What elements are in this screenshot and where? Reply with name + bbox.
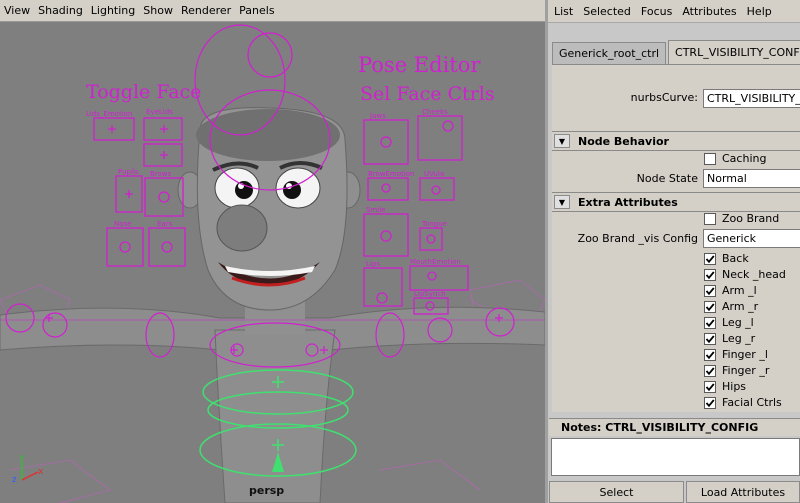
toggle-checkbox[interactable]: [704, 253, 716, 265]
menu-view[interactable]: View: [4, 4, 30, 17]
scene-render[interactable]: Toggle Face Lids_Emotion EyeLids Pupils: [0, 22, 545, 503]
face-panel-right[interactable]: Pose Editor Sel Face Ctrls Jaws Cheeks B…: [358, 53, 495, 315]
caching-label: Caching: [722, 152, 767, 165]
svg-text:MouthEmotion: MouthEmotion: [410, 258, 461, 266]
select-button[interactable]: Select: [549, 481, 684, 503]
toggle-label: Arm _l: [722, 284, 757, 297]
toggle-checkbox[interactable]: [704, 381, 716, 393]
checkmark-icon: [705, 351, 715, 360]
svg-text:Lids_Emotion: Lids_Emotion: [86, 110, 132, 118]
viewport-menu-bar: View Shading Lighting Show Renderer Pane…: [0, 0, 545, 22]
toggle-label: Arm _r: [722, 300, 759, 313]
toggle-label: Finger _l: [722, 348, 768, 361]
svg-text:Pose Editor: Pose Editor: [358, 53, 481, 77]
svg-text:Pupils: Pupils: [118, 168, 139, 176]
svg-text:Toggle Face: Toggle Face: [86, 81, 201, 103]
toggle-checkbox[interactable]: [704, 301, 716, 313]
notes-textarea[interactable]: [551, 438, 800, 476]
checkmark-icon: [705, 255, 715, 264]
checkmark-icon: [705, 271, 715, 280]
menu-attributes[interactable]: Attributes: [682, 5, 736, 18]
node-name-field[interactable]: CTRL_VISIBILITY_CONFIG: [703, 89, 800, 108]
svg-text:Nose: Nose: [114, 220, 131, 228]
tab-generick-root-ctrl[interactable]: Generick_root_ctrl: [552, 42, 667, 64]
section-extra-attributes[interactable]: ▼ Extra Attributes: [552, 192, 800, 212]
svg-text:Smile: Smile: [366, 206, 385, 214]
toggle-checkbox[interactable]: [704, 317, 716, 329]
face-panel-left[interactable]: Toggle Face Lids_Emotion EyeLids Pupils: [86, 81, 201, 267]
svg-text:UVula: UVula: [424, 170, 444, 178]
toggle-checkbox[interactable]: [704, 333, 716, 345]
attribute-scroll-area[interactable]: nurbsCurve: CTRL_VISIBILITY_CONFIG ▼ Nod…: [552, 64, 800, 412]
svg-text:y: y: [19, 453, 25, 463]
node-state-dropdown[interactable]: Normal: [703, 169, 800, 188]
svg-text:Sel Face Ctrls: Sel Face Ctrls: [360, 83, 495, 105]
toggle-label: Neck _head: [722, 268, 786, 281]
head-mesh: [177, 107, 361, 311]
toggle-checkbox[interactable]: [704, 349, 716, 361]
checkmark-icon: [705, 319, 715, 328]
toggle-checkbox[interactable]: [704, 365, 716, 377]
svg-text:Cheeks: Cheeks: [422, 108, 448, 116]
svg-text:Tongue: Tongue: [421, 220, 447, 228]
toggle-label: Facial Ctrls: [722, 396, 782, 409]
section-title: Extra Attributes: [578, 195, 678, 209]
axis-gizmo: y z x: [8, 450, 48, 493]
svg-text:Lips: Lips: [366, 260, 380, 268]
svg-text:EyeLids: EyeLids: [146, 108, 173, 116]
vis-config-label: Zoo Brand _vis Config: [577, 232, 698, 245]
checkmark-icon: [705, 287, 715, 296]
menu-focus[interactable]: Focus: [641, 5, 672, 18]
checkmark-icon: [705, 399, 715, 408]
menu-separator: [548, 22, 800, 32]
toggle-label: Leg _r: [722, 332, 756, 345]
menu-panels[interactable]: Panels: [239, 4, 274, 17]
tab-ctrl-visibility-config[interactable]: CTRL_VISIBILITY_CONFIG: [668, 40, 800, 64]
menu-renderer[interactable]: Renderer: [181, 4, 231, 17]
menu-lighting[interactable]: Lighting: [91, 4, 135, 17]
toggle-checkbox[interactable]: [704, 269, 716, 281]
checkmark-icon: [705, 335, 715, 344]
toggle-label: Leg _l: [722, 316, 754, 329]
zoo-brand-checkbox[interactable]: [704, 213, 716, 225]
menu-show[interactable]: Show: [143, 4, 173, 17]
toggle-label: Hips: [722, 380, 747, 393]
menu-help[interactable]: Help: [747, 5, 772, 18]
svg-text:LipSynch: LipSynch: [414, 290, 446, 298]
node-state-label: Node State: [636, 172, 698, 185]
caching-checkbox[interactable]: [704, 153, 716, 165]
svg-text:z: z: [12, 475, 17, 485]
toggle-checkbox[interactable]: [704, 285, 716, 297]
section-node-behavior[interactable]: ▼ Node Behavior: [552, 131, 800, 151]
svg-text:BrowEmotion: BrowEmotion: [368, 170, 414, 178]
node-tabs: Generick_root_ctrl CTRL_VISIBILITY_CONFI…: [552, 40, 800, 64]
checkmark-icon: [705, 383, 715, 392]
svg-text:Ears: Ears: [157, 220, 173, 228]
toggle-label: Back: [722, 252, 749, 265]
toggle-checkbox[interactable]: [704, 397, 716, 409]
collapse-triangle-icon[interactable]: ▼: [554, 134, 570, 148]
toggle-label: Finger _r: [722, 364, 770, 377]
checkmark-icon: [705, 303, 715, 312]
svg-text:Jaws: Jaws: [369, 112, 386, 120]
zoo-brand-label: Zoo Brand: [722, 212, 780, 225]
section-title: Node Behavior: [578, 134, 669, 148]
collapse-triangle-icon[interactable]: ▼: [554, 195, 570, 209]
menu-shading[interactable]: Shading: [38, 4, 83, 17]
node-type-label: nurbsCurve:: [630, 91, 698, 104]
svg-text:Brows: Brows: [150, 170, 172, 178]
menu-list[interactable]: List: [554, 5, 573, 18]
load-attributes-button[interactable]: Load Attributes: [686, 481, 800, 503]
svg-text:x: x: [38, 467, 44, 477]
menu-selected[interactable]: Selected: [583, 5, 631, 18]
vis-config-field[interactable]: Generick: [703, 229, 800, 248]
3d-viewport[interactable]: View Shading Lighting Show Renderer Pane…: [0, 0, 545, 503]
camera-label: persp: [249, 484, 285, 497]
notes-header: Notes: CTRL_VISIBILITY_CONFIG: [549, 418, 800, 436]
torso-mesh: [214, 329, 336, 503]
attribute-editor-menu-bar: List Selected Focus Attributes Help: [548, 0, 800, 22]
checkmark-icon: [705, 367, 715, 376]
